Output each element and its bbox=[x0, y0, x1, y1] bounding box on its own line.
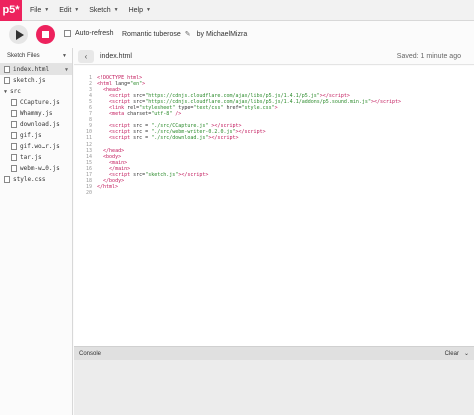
code-editor[interactable]: 1 2 3 4 5 6 7 8 9 10 11 12 13 14 15 16 17 18 19 20 <!DOCTYP… bbox=[74, 66, 474, 346]
file-item[interactable]: gif.js bbox=[0, 130, 72, 141]
menu-edit[interactable]: Edit ▼ bbox=[59, 7, 79, 14]
chevron-down-icon[interactable]: ▼ bbox=[4, 89, 7, 95]
file-item[interactable]: index.html ▼ bbox=[0, 64, 72, 75]
autorefresh-toggle[interactable]: Auto-refresh bbox=[64, 30, 114, 37]
p5-logo[interactable]: p5* bbox=[0, 0, 22, 21]
autorefresh-label: Auto-refresh bbox=[75, 30, 114, 37]
sketch-owner[interactable]: by MichaelMizra bbox=[197, 31, 248, 38]
file-icon bbox=[11, 121, 17, 128]
sketch-name[interactable]: Romantic tuberose bbox=[122, 31, 181, 38]
console-title: Console bbox=[79, 350, 102, 357]
chevron-down-icon: ▼ bbox=[74, 7, 80, 13]
file-icon bbox=[11, 110, 17, 117]
toolbar: Auto-refresh Romantic tuberose ✎ by Mich… bbox=[0, 21, 474, 48]
chevron-down-icon: ▼ bbox=[44, 7, 50, 13]
sidebar-title: Sketch Files bbox=[7, 52, 40, 59]
file-icon bbox=[11, 99, 17, 106]
autorefresh-checkbox[interactable] bbox=[64, 30, 71, 37]
file-item[interactable]: webm-w…0.js bbox=[0, 163, 72, 174]
file-list: index.html ▼ sketch.js ▼ src CCapture.js W… bbox=[0, 64, 72, 185]
file-item[interactable]: Whammy.js bbox=[0, 108, 72, 119]
file-item[interactable]: gif.wo…r.js bbox=[0, 141, 72, 152]
play-button[interactable] bbox=[9, 25, 28, 44]
file-icon bbox=[11, 132, 17, 139]
play-icon bbox=[15, 29, 24, 40]
top-menu-bar: p5* File ▼ Edit ▼ Sketch ▼ Help ▼ bbox=[0, 0, 474, 21]
clear-console-button[interactable]: Clear bbox=[445, 351, 459, 357]
file-item[interactable]: CCapture.js bbox=[0, 97, 72, 108]
menu-help[interactable]: Help ▼ bbox=[129, 7, 151, 14]
console-controls: Clear ⌄ bbox=[440, 350, 469, 358]
sidebar: Sketch Files ▼ index.html ▼ sketch.js ▼ sr… bbox=[0, 48, 73, 415]
collapse-sidebar-button[interactable]: ‹ bbox=[78, 49, 94, 63]
file-item[interactable]: tar.js bbox=[0, 152, 72, 163]
file-icon bbox=[11, 154, 17, 161]
file-item[interactable]: style.css bbox=[0, 174, 72, 185]
code-content[interactable]: <!DOCTYPE html> <html lang="en"> <head> … bbox=[97, 75, 401, 196]
sketch-title: Romantic tuberose ✎ by MichaelMizra bbox=[122, 30, 248, 39]
folder-item[interactable]: ▼ src bbox=[0, 86, 72, 97]
line-numbers: 1 2 3 4 5 6 7 8 9 10 11 12 13 14 15 16 17 18 19 20 bbox=[85, 75, 92, 196]
pencil-icon[interactable]: ✎ bbox=[185, 30, 191, 38]
file-item[interactable]: sketch.js bbox=[0, 75, 72, 86]
stop-icon bbox=[42, 31, 49, 38]
saved-status: Saved: 1 minute ago bbox=[396, 52, 461, 60]
console-panel: Console Clear ⌄ bbox=[74, 346, 474, 415]
menu: File ▼ Edit ▼ Sketch ▼ Help ▼ bbox=[30, 7, 161, 14]
chevron-left-icon: ‹ bbox=[84, 51, 88, 61]
file-icon bbox=[11, 143, 17, 150]
editor-tab-bar: ‹ index.html Saved: 1 minute ago bbox=[74, 48, 474, 65]
menu-file[interactable]: File ▼ bbox=[30, 7, 49, 14]
console-header: Console Clear ⌄ bbox=[74, 347, 474, 360]
editor-file-name: index.html bbox=[100, 52, 132, 60]
file-icon bbox=[4, 77, 10, 84]
file-icon bbox=[4, 66, 10, 73]
chevron-down-icon: ▼ bbox=[113, 7, 119, 13]
stop-button[interactable] bbox=[36, 25, 55, 44]
file-item[interactable]: download.js bbox=[0, 119, 72, 130]
chevron-down-icon: ▼ bbox=[146, 7, 151, 13]
chevron-down-icon[interactable]: ▼ bbox=[62, 53, 67, 59]
file-icon bbox=[11, 165, 17, 172]
file-icon bbox=[4, 176, 10, 183]
sidebar-header: Sketch Files ▼ bbox=[0, 48, 72, 64]
menu-sketch[interactable]: Sketch ▼ bbox=[89, 7, 118, 14]
chevron-down-icon[interactable]: ▼ bbox=[65, 67, 68, 73]
chevron-down-icon[interactable]: ⌄ bbox=[464, 350, 469, 357]
